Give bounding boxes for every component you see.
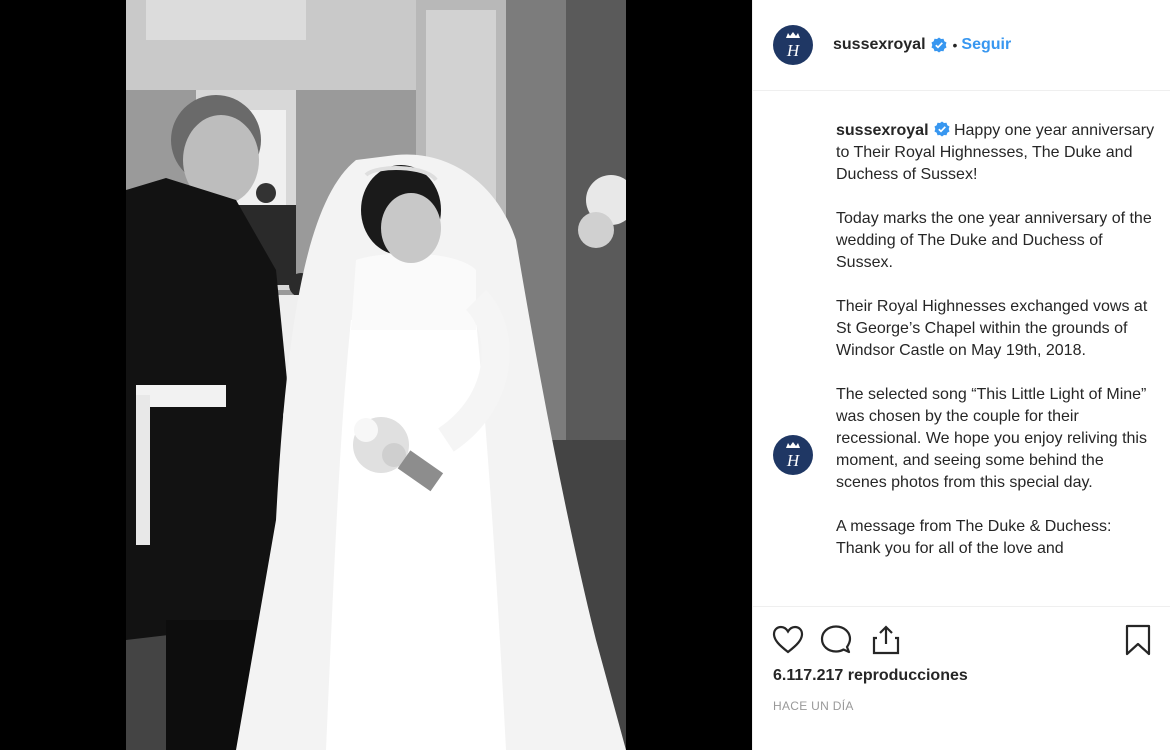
view-count[interactable]: 6.117.217 reproducciones: [773, 667, 968, 685]
post-header: H sussexroyal • Seguir: [753, 0, 1170, 91]
crowned-monogram-h-icon: H: [786, 32, 801, 60]
comments-area[interactable]: sussexroyal Happy one year anniversary t…: [753, 92, 1170, 605]
svg-text:H: H: [786, 451, 801, 470]
comment-bubble-icon: [820, 625, 852, 654]
caption-author[interactable]: sussexroyal: [836, 122, 929, 139]
heart-icon: [772, 625, 804, 654]
share-icon: [872, 625, 900, 655]
save-button[interactable]: [1121, 623, 1155, 657]
verified-badge-icon: [931, 37, 947, 53]
caption-paragraph: Today marks the one year anniversary of …: [836, 210, 1152, 271]
action-icons-row: [771, 623, 1156, 659]
profile-avatar[interactable]: H: [773, 25, 813, 65]
like-button[interactable]: [771, 623, 805, 657]
post-side-panel: H sussexroyal • Seguir sussexroyal Happy…: [752, 0, 1170, 750]
caption-avatar[interactable]: H: [773, 435, 813, 475]
play-icon: [356, 340, 416, 406]
play-button[interactable]: [338, 330, 424, 416]
separator-dot: •: [952, 37, 958, 53]
caption-paragraph: Their Royal Highnesses exchanged vows at…: [836, 298, 1148, 359]
svg-text:H: H: [786, 41, 801, 60]
post-timestamp[interactable]: HACE UN DÍA: [773, 699, 854, 713]
comment-button[interactable]: [819, 623, 853, 657]
bookmark-icon: [1125, 624, 1151, 656]
follow-button[interactable]: Seguir: [961, 36, 1011, 54]
caption-paragraph: The selected song “This Little Light of …: [836, 386, 1147, 491]
header-username[interactable]: sussexroyal: [833, 36, 926, 54]
post-caption: sussexroyal Happy one year anniversary t…: [836, 120, 1156, 582]
crowned-monogram-h-icon: H: [786, 442, 801, 470]
share-button[interactable]: [869, 623, 903, 657]
post-actions: 6.117.217 reproducciones HACE UN DÍA: [753, 606, 1170, 750]
caption-paragraph: sussexroyal Happy one year anniversary t…: [836, 120, 1156, 186]
media-pane: [0, 0, 752, 750]
caption-paragraph: A message from The Duke & Duchess: Thank…: [836, 518, 1112, 557]
verified-badge-icon: [934, 121, 950, 137]
